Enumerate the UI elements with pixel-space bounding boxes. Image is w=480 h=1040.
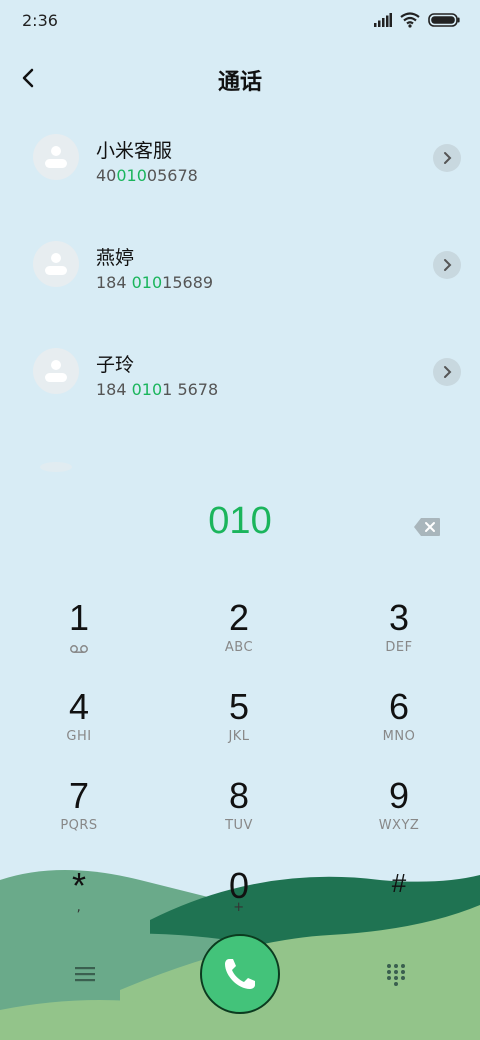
key-6[interactable]: 6 MNO [339, 687, 459, 767]
person-icon [45, 360, 67, 382]
call-button[interactable] [200, 934, 280, 1014]
contact-name: 子玲 [96, 354, 135, 376]
list-item[interactable]: 燕婷 184 01015689 [0, 217, 480, 307]
dialpad-icon[interactable] [384, 962, 408, 986]
list-item[interactable]: 小米客服 4001005678 [0, 110, 480, 200]
key-star[interactable]: * , [19, 866, 139, 946]
person-icon [45, 253, 67, 275]
contact-number: 184 0101 5678 [96, 380, 219, 399]
avatar [33, 241, 79, 287]
key-4[interactable]: 4 GHI [19, 687, 139, 767]
status-icons [374, 12, 460, 28]
battery-icon [428, 13, 460, 27]
backspace-icon[interactable] [413, 517, 441, 537]
key-9[interactable]: 9 WXYZ [339, 776, 459, 856]
avatar [33, 134, 79, 180]
wifi-icon [400, 12, 420, 28]
menu-icon[interactable] [74, 964, 96, 984]
list-item[interactable]: 子玲 184 0101 5678 [0, 324, 480, 414]
voicemail-icon [70, 645, 88, 653]
contact-number: 184 01015689 [96, 273, 214, 292]
phone-icon [225, 959, 255, 989]
list-fade [40, 462, 72, 472]
header: 通话 [0, 56, 480, 104]
contact-list: 小米客服 4001005678 燕婷 184 01015689 子玲 184 0… [0, 110, 480, 470]
contact-number: 4001005678 [96, 166, 198, 185]
status-time: 2:36 [22, 11, 58, 30]
contact-name: 小米客服 [96, 140, 173, 162]
contact-name: 燕婷 [96, 247, 135, 269]
key-hash[interactable]: # [339, 866, 459, 946]
chevron-right-icon[interactable] [433, 144, 461, 172]
person-icon [45, 146, 67, 168]
dial-input: 010 [208, 500, 272, 542]
status-bar: 2:36 [0, 0, 480, 44]
key-5[interactable]: 5 JKL [179, 687, 299, 767]
page-title: 通话 [217, 70, 262, 95]
avatar [33, 348, 79, 394]
key-7[interactable]: 7 PQRS [19, 776, 139, 856]
key-2[interactable]: 2 ABC [179, 598, 299, 678]
signal-icon [374, 13, 392, 27]
chevron-right-icon[interactable] [433, 251, 461, 279]
key-3[interactable]: 3 DEF [339, 598, 459, 678]
chevron-right-icon[interactable] [433, 358, 461, 386]
key-8[interactable]: 8 TUV [179, 776, 299, 856]
key-1[interactable]: 1 [19, 598, 139, 678]
